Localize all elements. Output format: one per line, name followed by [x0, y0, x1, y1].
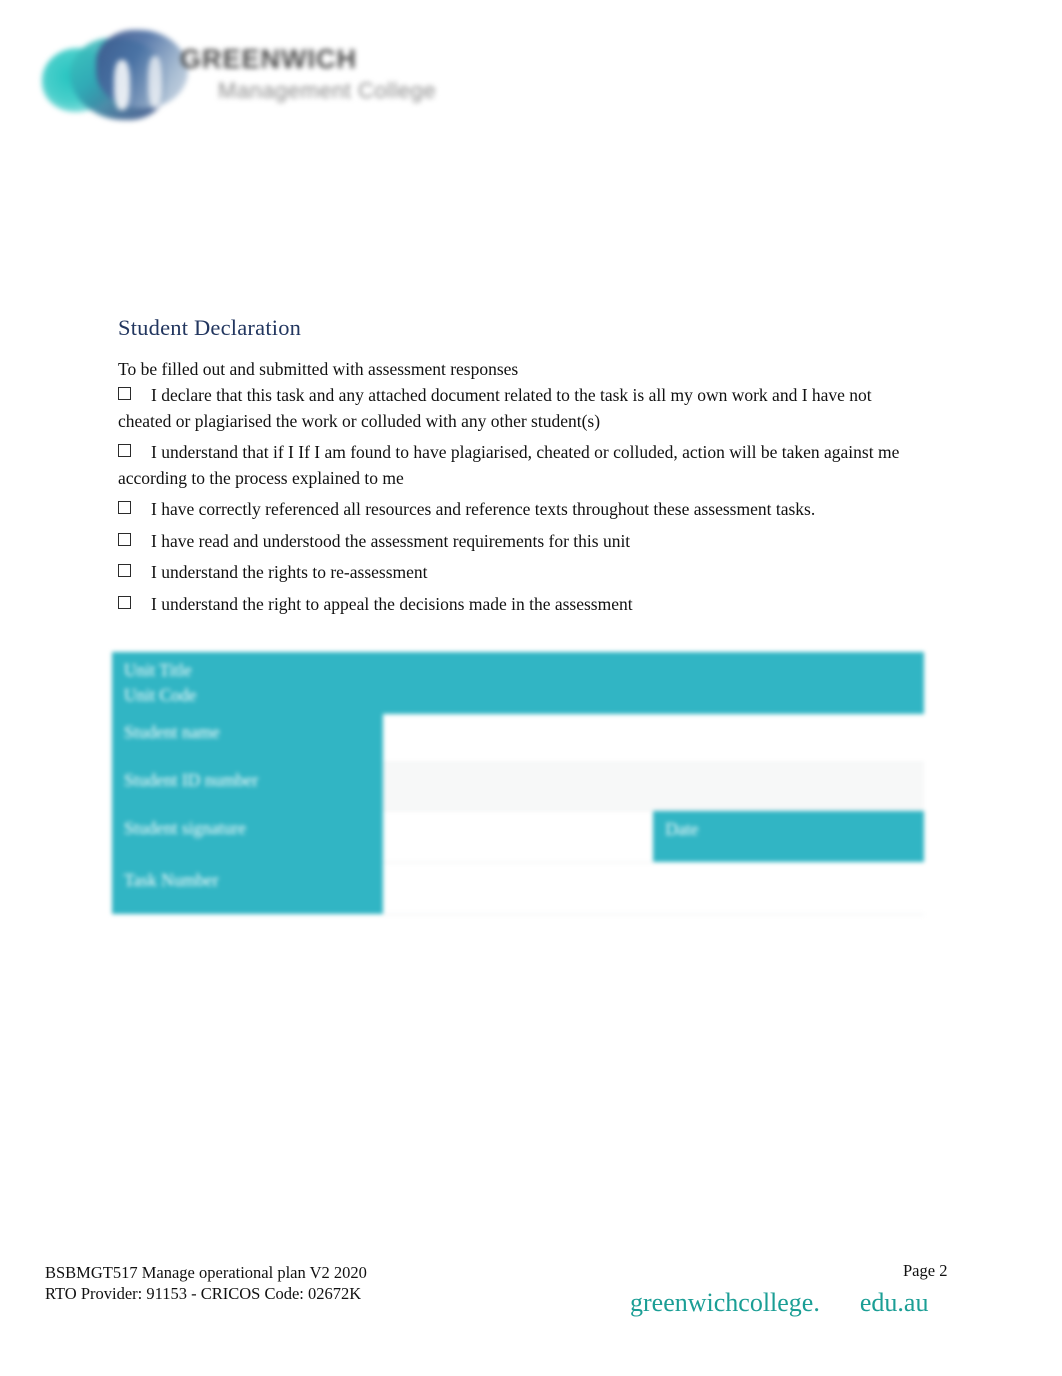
date-label: Date	[665, 818, 699, 839]
footer-unit-line: BSBMGT517 Manage operational plan V2 202…	[45, 1263, 367, 1282]
declaration-text: I understand that if I If I am found to …	[118, 442, 900, 488]
checkbox-icon[interactable]	[118, 564, 131, 577]
logo-shape-m-right	[96, 30, 188, 108]
student-name-label-cell: Student name	[112, 714, 383, 762]
unit-title-code-header: Unit Title Unit Code	[112, 652, 383, 714]
list-item: I understand the rights to re-assessment	[118, 560, 908, 586]
declaration-text: I have correctly referenced all resource…	[151, 499, 816, 519]
unit-title-label: Unit Title	[124, 660, 192, 680]
checkbox-icon[interactable]	[118, 532, 131, 546]
page-footer: BSBMGT517 Manage operational plan V2 202…	[0, 1240, 1062, 1360]
footer-brand: greenwichcollege. edu.au	[630, 1288, 928, 1318]
list-item: I declare that this task and any attache…	[118, 383, 908, 434]
logo-notch-right	[148, 56, 162, 108]
student-details-table: Unit Title Unit Code Student name Studen…	[112, 652, 924, 916]
table-row: Unit Title Unit Code	[112, 652, 924, 714]
task-number-value[interactable]	[382, 862, 654, 915]
unit-code-label: Unit Code	[124, 685, 197, 705]
page-number: Page 2	[903, 1261, 948, 1280]
footer-document-info: BSBMGT517 Manage operational plan V2 202…	[45, 1262, 367, 1304]
table-row: Student signature Date	[112, 810, 924, 863]
checkbox-icon[interactable]	[118, 444, 131, 457]
student-id-label-cell: Student ID number	[112, 762, 383, 810]
student-id-label: Student ID number	[124, 770, 259, 790]
date-label-cell: Date	[653, 810, 924, 862]
declaration-text: I declare that this task and any attache…	[118, 385, 872, 431]
document-page: GREENWICH Management College Student Dec…	[0, 0, 1062, 1376]
student-name-value[interactable]	[382, 714, 924, 763]
declaration-text: I have read and understood the assessmen…	[151, 530, 631, 551]
college-logo: GREENWICH Management College	[40, 16, 440, 124]
table-row: Task Number	[112, 862, 924, 915]
intro-text: To be filled out and submitted with asse…	[118, 359, 519, 379]
declaration-text: I understand the rights to re-assessment	[151, 562, 428, 582]
table-row: Student ID number	[112, 762, 924, 811]
list-item: I have read and understood the assessmen…	[118, 529, 908, 555]
checkbox-icon[interactable]	[118, 501, 131, 514]
logo-wordmark-primary: GREENWICH	[180, 44, 357, 74]
footer-rto-line: RTO Provider: 91153 - CRICOS Code: 02672…	[45, 1284, 362, 1303]
greenwich-gm-logo-icon	[40, 26, 188, 120]
page-title: Student Declaration	[118, 315, 302, 340]
checkbox-icon[interactable]	[118, 595, 131, 609]
list-item: I have correctly referenced all resource…	[118, 497, 908, 523]
list-item: I understand the right to appeal the dec…	[118, 592, 908, 618]
logo-notch-left	[114, 60, 130, 110]
declaration-list: I declare that this task and any attache…	[118, 383, 908, 623]
student-signature-label: Student signature	[124, 818, 246, 838]
declaration-text: I understand the right to appeal the dec…	[151, 593, 633, 614]
footer-brand-tld: edu.au	[859, 1288, 929, 1317]
footer-brand-name: greenwichcollege.	[630, 1288, 820, 1317]
unit-title-code-header-fill	[382, 652, 924, 714]
checkbox-icon[interactable]	[118, 387, 131, 400]
student-signature-label-cell: Student signature	[112, 810, 383, 862]
task-number-label-cell: Task Number	[112, 862, 383, 914]
student-id-value[interactable]	[382, 762, 924, 811]
logo-wordmark-secondary: Management College	[218, 78, 437, 103]
task-number-label: Task Number	[124, 870, 219, 890]
date-value[interactable]	[653, 862, 924, 915]
table-row: Student name	[112, 714, 924, 763]
list-item: I understand that if I If I am found to …	[118, 440, 908, 491]
student-name-label: Student name	[124, 722, 220, 742]
student-signature-value[interactable]	[382, 810, 654, 863]
